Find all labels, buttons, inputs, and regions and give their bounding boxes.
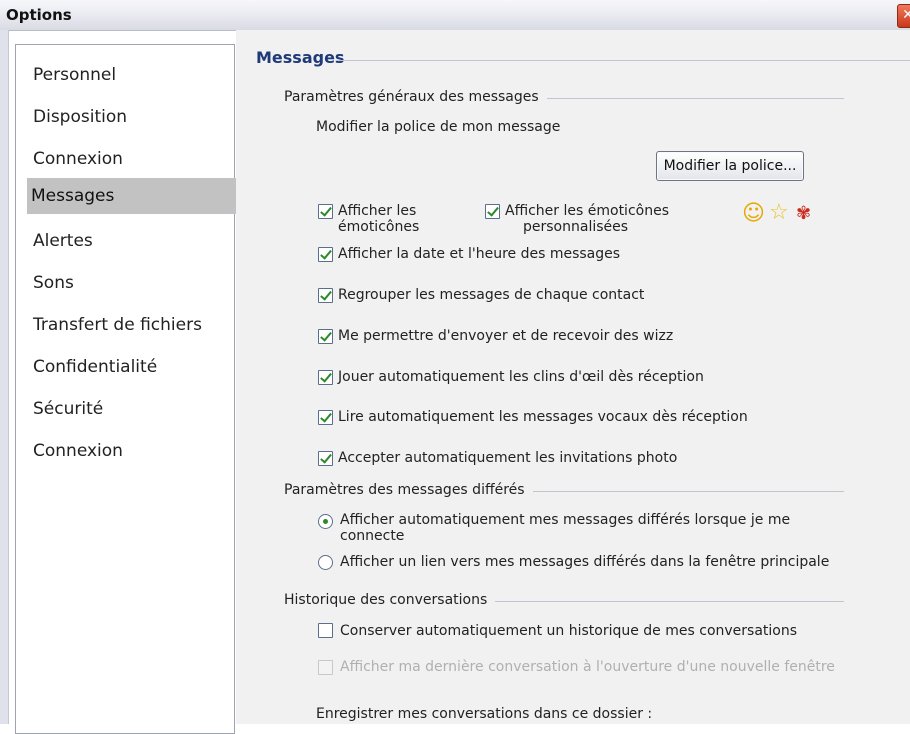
show-emoticons-label-line2: émoticônes [338,219,420,235]
auto-photo-invites-checkbox[interactable] [318,451,333,466]
show-emoticons-checkbox[interactable] [318,204,333,219]
auto-winks-label[interactable]: Jouer automatiquement les clins d'œil dè… [338,369,704,385]
close-button[interactable]: ✕ [897,4,910,28]
sidebar-item-label: Sécurité [33,399,104,419]
auto-voice-clips-label[interactable]: Lire automatiquement les messages vocaux… [338,409,748,425]
sidebar-item-alertes[interactable]: Alertes [29,223,223,259]
star-icon: ☆ [769,200,789,225]
allow-wizz-label[interactable]: Me permettre d'envoyer et de recevoir de… [338,328,673,344]
general-settings-header: Paramètres généraux des messages [284,89,547,105]
change-font-button[interactable]: Modifier la police... [656,151,804,181]
rose-icon: ✾ [796,203,812,224]
history-header: Historique des conversations [284,592,496,608]
sidebar-item-label: Confidentialité [33,357,158,377]
sidebar-item-personnel[interactable]: Personnel [29,57,223,93]
sidebar-item-connexion[interactable]: Connexion [29,141,223,177]
sidebar-item-connexion-2[interactable]: Connexion [29,433,223,469]
show-custom-emoticons-checkbox[interactable] [485,204,500,219]
sidebar-item-label: Disposition [33,107,128,127]
sidebar-item-disposition[interactable]: Disposition [29,99,223,135]
auto-voice-clips-checkbox[interactable] [318,410,333,425]
category-list: Personnel Disposition Connexion Messages… [15,44,238,734]
window-frame [0,30,9,724]
deferred-settings-header: Paramètres des messages différés [284,482,533,498]
smiley-icon: ☺ [742,201,765,226]
font-label: Modifier la police de mon message [316,119,561,135]
group-messages-label[interactable]: Regrouper les messages de chaque contact [338,287,644,303]
show-emoticons-label-line1: Afficher les [338,203,417,219]
save-folder-label: Enregistrer mes conversations dans ce do… [316,706,653,722]
sidebar-item-label: Personnel [33,65,117,85]
show-date-time-checkbox[interactable] [318,247,333,262]
sidebar-item-securite[interactable]: Sécurité [29,391,223,427]
title-bar: Options ✕ [0,0,910,31]
window-title: Options [6,6,72,24]
show-emoticons-label[interactable]: Afficher les émoticônes [338,203,419,235]
title-divider [336,60,910,61]
show-date-time-label[interactable]: Afficher la date et l'heure des messages [338,246,620,262]
show-deferred-link-radio[interactable] [318,555,333,570]
keep-history-checkbox[interactable] [318,623,333,638]
show-last-conversation-checkbox [318,660,333,675]
sidebar-item-messages[interactable]: Messages [27,178,238,214]
show-deferred-link-label[interactable]: Afficher un lien vers mes messages diffé… [340,554,829,570]
close-icon: ✕ [902,7,910,23]
sidebar-item-label: Messages [31,186,115,206]
auto-photo-invites-label[interactable]: Accepter automatiquement les invitations… [338,450,677,466]
page-title: Messages [256,48,345,67]
auto-show-deferred-label[interactable]: Afficher automatiquement mes messages di… [340,512,790,544]
sidebar-item-label: Transfert de fichiers [33,315,202,335]
sidebar-item-transfert[interactable]: Transfert de fichiers [29,307,223,343]
auto-show-deferred-line2: connecte [340,528,405,544]
auto-show-deferred-radio[interactable] [318,514,333,529]
custom-emoticons-label-line1: Afficher les émoticônes [505,203,669,219]
auto-winks-checkbox[interactable] [318,370,333,385]
keep-history-label[interactable]: Conserver automatiquement un historique … [340,623,797,639]
group-messages-checkbox[interactable] [318,288,333,303]
sidebar-item-sons[interactable]: Sons [29,265,223,301]
show-last-conversation-label: Afficher ma dernière conversation à l'ou… [340,659,835,675]
sidebar-item-label: Connexion [33,149,123,169]
sidebar-item-label: Sons [33,273,74,293]
sidebar-item-label: Alertes [33,231,93,251]
custom-emoticons-label-line2: personnalisées [523,219,629,235]
show-custom-emoticons-label[interactable]: Afficher les émoticônes personnalisées [505,203,669,235]
allow-wizz-checkbox[interactable] [318,329,333,344]
sidebar-item-label: Connexion [33,441,123,461]
sidebar-item-confidentialite[interactable]: Confidentialité [29,349,223,385]
auto-show-deferred-line1: Afficher automatiquement mes messages di… [340,512,791,528]
options-panel: Messages Paramètres généraux des message… [236,30,910,724]
